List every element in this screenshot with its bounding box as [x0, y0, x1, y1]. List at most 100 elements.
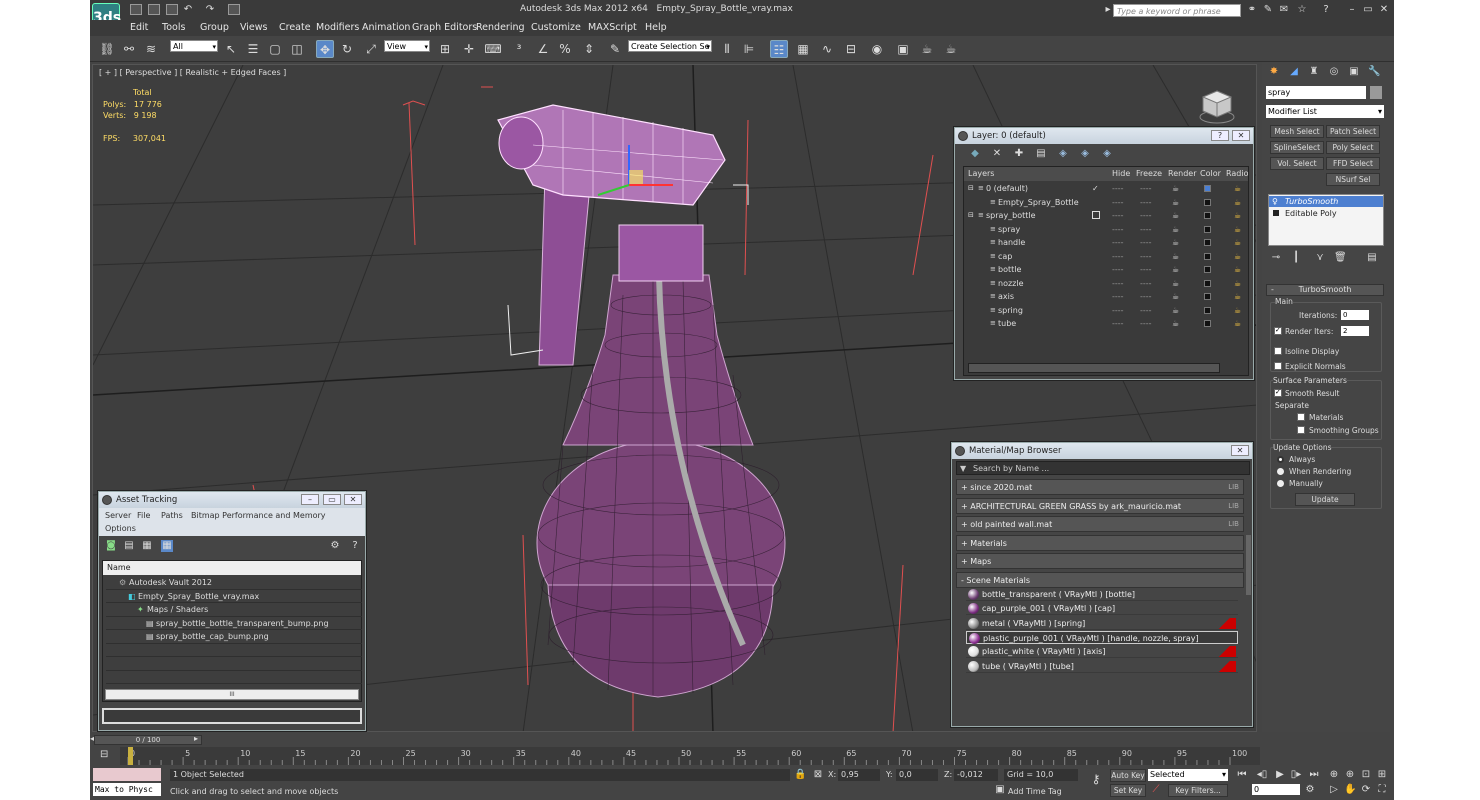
open-file-icon[interactable] [148, 4, 160, 15]
render-teapot-icon[interactable]: ☕ [1172, 304, 1179, 317]
freeze-toggle[interactable]: ---- [1140, 223, 1152, 236]
object-color-swatch[interactable] [1370, 86, 1382, 99]
render-teapot-icon[interactable]: ☕ [1172, 277, 1179, 290]
select-object-icon[interactable]: ↖ [222, 40, 240, 58]
hide-toggle[interactable]: ---- [1112, 209, 1124, 222]
configure-sets-icon[interactable]: ▤ [1366, 252, 1378, 264]
pin-stack-icon[interactable]: ⊸ [1270, 252, 1282, 264]
object-name-input[interactable]: spray [1266, 86, 1366, 99]
material-group-header[interactable]: + Maps [956, 553, 1244, 569]
layer-color-swatch[interactable] [1204, 252, 1211, 260]
radiosity-icon[interactable]: ☕ [1234, 317, 1241, 330]
freeze-toggle[interactable]: ---- [1140, 250, 1152, 263]
smoothing-groups-checkbox[interactable] [1297, 426, 1305, 434]
scene-material-item[interactable]: plastic_white ( VRayMtl ) [axis] [966, 645, 1238, 659]
layer-row[interactable]: ≡ spring ---- ---- ☕ ☕ [964, 304, 1248, 318]
material-group-header[interactable]: + Materials [956, 534, 1244, 551]
update-button[interactable]: Update [1295, 493, 1355, 506]
menu-customize[interactable]: Customize [531, 22, 581, 33]
current-frame-field[interactable]: 0 [1252, 784, 1300, 795]
help-icon[interactable]: ? [1320, 4, 1332, 16]
reference-coord-dropdown[interactable]: View [384, 40, 430, 53]
render-iters-spinner[interactable]: 2 [1341, 326, 1369, 336]
layer-color-swatch[interactable] [1204, 306, 1211, 314]
layer-row[interactable]: ≡ axis ---- ---- ☕ ☕ [964, 290, 1248, 304]
curve-editor-icon[interactable]: ∿ [818, 40, 836, 58]
hierarchy-tab-icon[interactable]: ♜ [1308, 66, 1320, 78]
keyboard-shortcut-icon[interactable]: ⌨ [484, 40, 502, 58]
binoculars-icon[interactable]: ⚭ [1246, 4, 1258, 16]
layer-row[interactable]: ≡ tube ---- ---- ☕ ☕ [964, 317, 1248, 331]
asset-vault-icon[interactable]: ⚙ [329, 540, 341, 552]
select-in-layer-icon[interactable]: ▤ [1035, 148, 1047, 160]
layer-manager-icon[interactable]: ☷ [770, 40, 788, 58]
hide-toggle[interactable]: ---- [1112, 182, 1124, 195]
radiosity-icon[interactable]: ☕ [1234, 209, 1241, 222]
favorites-icon[interactable]: ☆ [1296, 4, 1308, 16]
layer-color-swatch[interactable] [1204, 212, 1211, 219]
restore-icon[interactable]: ▭ [1362, 4, 1374, 16]
zoom-all-icon[interactable]: ⊕ [1344, 769, 1356, 781]
radiosity-icon[interactable]: ☕ [1234, 250, 1241, 263]
material-browser-scrollbar[interactable] [1246, 535, 1251, 595]
expand-icon[interactable]: ⊟ [968, 182, 974, 195]
material-group-header[interactable]: - Scene Materials [956, 571, 1244, 588]
create-tab-icon[interactable]: ✸ [1268, 66, 1280, 78]
viewport-label[interactable]: [ + ] [ Perspective ] [ Realistic + Edge… [99, 68, 286, 77]
slider-left-arrow-icon[interactable]: ◂ [90, 734, 94, 743]
asset-name-header[interactable]: Name [103, 561, 361, 575]
mirror-icon[interactable]: ⫴ [718, 40, 736, 58]
material-group-header[interactable]: + old painted wall.mat LIB [956, 516, 1244, 532]
turbosmooth-rollout-header[interactable]: - TurboSmooth [1266, 284, 1384, 296]
material-group-header[interactable]: + since 2020.mat LIB [956, 479, 1244, 495]
hide-toggle[interactable]: ---- [1112, 290, 1124, 303]
freeze-toggle[interactable]: ---- [1140, 277, 1152, 290]
utilities-tab-icon[interactable]: 🔧 [1368, 66, 1380, 78]
asset-grid-icon[interactable]: ▦ [161, 540, 173, 552]
select-by-name-icon[interactable]: ☰ [244, 40, 262, 58]
rotate-icon[interactable]: ↻ [338, 40, 356, 58]
materials-checkbox[interactable] [1297, 413, 1305, 421]
menu-graph-editors[interactable]: Graph Editors [412, 22, 477, 33]
layer-row[interactable]: ≡ handle ---- ---- ☕ ☕ [964, 236, 1248, 250]
freeze-all-layers-icon[interactable]: ◈ [1101, 148, 1113, 160]
asset-row[interactable] [106, 657, 362, 671]
hide-toggle[interactable]: ---- [1112, 196, 1124, 209]
freeze-toggle[interactable]: ---- [1140, 196, 1152, 209]
nsurf-sel-button[interactable]: NSurf Sel [1326, 173, 1380, 186]
asset-tracking-title[interactable]: Asset Tracking – ▭ ✕ [99, 492, 365, 508]
menu-maxscript[interactable]: MAXScript [588, 22, 637, 33]
layer-color-swatch[interactable] [1204, 279, 1211, 287]
delete-layer-icon[interactable]: ✕ [991, 148, 1003, 160]
selection-filter-dropdown[interactable]: All [170, 40, 218, 53]
time-slider[interactable]: 0 / 100 [94, 735, 202, 745]
next-frame-icon[interactable]: ▯▸ [1290, 769, 1302, 781]
layer-color-swatch[interactable] [1204, 293, 1211, 300]
layer-color-swatch[interactable] [1204, 185, 1211, 192]
search-options-icon[interactable]: ▼ [960, 462, 966, 475]
render-teapot-icon[interactable]: ☕ [1172, 209, 1179, 222]
adaptive-degradation-icon[interactable]: ▣ [994, 784, 1006, 796]
layer-row[interactable]: ⊟ ≡ 0 (default) ✓ ---- ---- ☕ ☕ [964, 182, 1248, 196]
asset-menu-file[interactable]: File [137, 511, 150, 520]
orbit-icon[interactable]: ⟳ [1360, 784, 1372, 796]
asset-row[interactable]: ▤ spray_bottle_cap_bump.png [106, 630, 362, 644]
auto-key-button[interactable]: Auto Key [1110, 769, 1146, 782]
unlink-icon[interactable]: ⚯ [120, 40, 138, 58]
layer-color-swatch[interactable] [1204, 239, 1211, 246]
lock-selection-icon[interactable]: 🔒 [794, 769, 806, 781]
asset-row[interactable]: ◧ Empty_Spray_Bottle_vray.max [106, 590, 362, 603]
named-selection-dropdown[interactable]: Create Selection Se [628, 40, 712, 53]
layer-window-title[interactable]: Layer: 0 (default) ? ✕ [955, 128, 1253, 144]
material-browser-title[interactable]: Material/Map Browser ✕ [952, 443, 1252, 459]
scene-material-item[interactable]: metal ( VRayMtl ) [spring] [966, 617, 1238, 630]
freeze-toggle[interactable]: ---- [1140, 209, 1152, 222]
smooth-result-checkbox[interactable]: ✓ [1274, 388, 1282, 397]
spinner-snap-icon[interactable]: ⇕ [580, 40, 598, 58]
remove-modifier-icon[interactable]: 🗑 [1334, 252, 1347, 264]
menu-tools[interactable]: Tools [162, 22, 185, 33]
layer-color-swatch[interactable] [1204, 320, 1211, 327]
render-iters-checkbox[interactable]: ✓ [1274, 326, 1282, 335]
hide-all-layers-icon[interactable]: ◈ [1079, 148, 1091, 160]
mini-curve-editor-icon[interactable]: ⊟ [100, 749, 108, 760]
